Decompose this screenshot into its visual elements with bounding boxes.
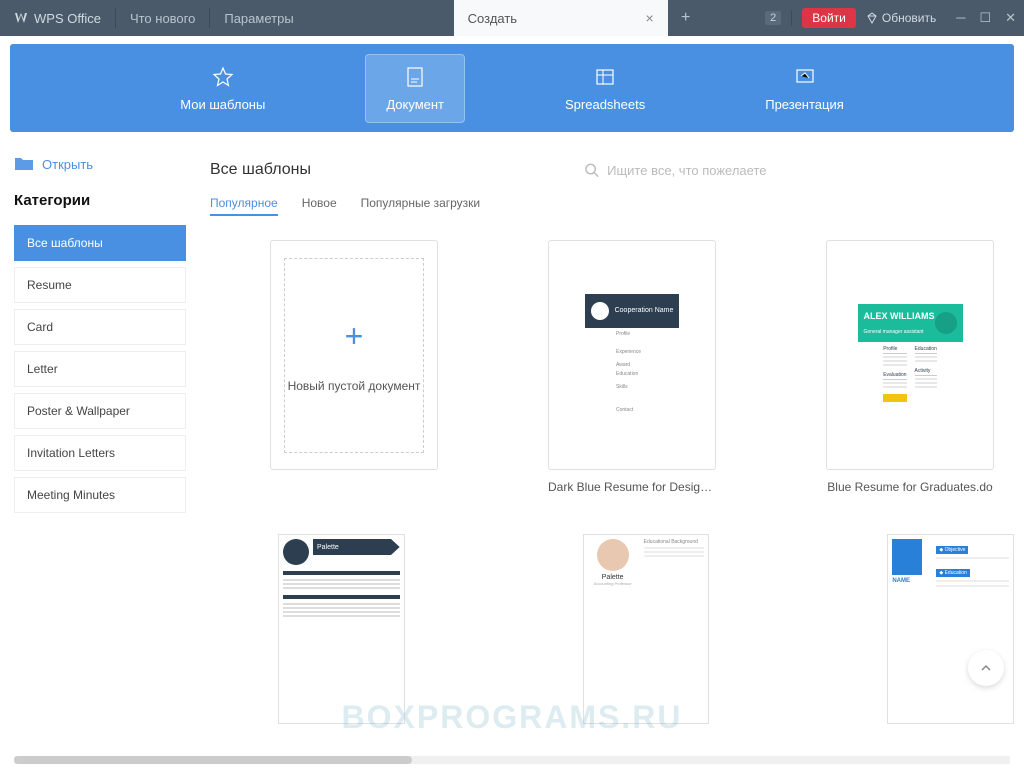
maximize-icon[interactable]: ☐ (979, 10, 991, 26)
presentation-icon (793, 65, 817, 89)
template-card[interactable]: ALEX WILLIAMSGeneral manager assistant P… (826, 240, 994, 494)
template-grid: + Новый пустой документ Cooperation Name… (210, 240, 1014, 494)
subtab-popular-downloads[interactable]: Популярные загрузки (361, 196, 481, 216)
plus-icon: + (681, 9, 690, 27)
filter-tabs: Популярное Новое Популярные загрузки (210, 196, 1014, 216)
close-icon[interactable]: × (645, 10, 653, 26)
document-icon (403, 65, 427, 89)
content-area: Все шаблоны Популярное Новое Популярные … (200, 140, 1024, 774)
new-blank-card[interactable]: + Новый пустой документ (270, 240, 438, 494)
template-caption: Blue Resume for Graduates.do (827, 480, 992, 494)
document-type-ribbon: Мои шаблоны Документ Spreadsheets Презен… (10, 44, 1014, 132)
app-tab[interactable]: WPS Office (0, 0, 115, 36)
category-meeting[interactable]: Meeting Minutes (14, 477, 186, 513)
update-button[interactable]: Обновить (866, 11, 936, 25)
chevron-up-icon (979, 661, 993, 675)
search-icon (584, 162, 599, 178)
new-tab-button[interactable]: + (668, 9, 704, 27)
sidebar: Открыть Категории Все шаблоны Resume Car… (0, 140, 200, 774)
diamond-icon (866, 12, 878, 24)
template-grid-row2: Palette PaletteAccounting Professor Educ… (210, 534, 1014, 724)
category-card[interactable]: Card (14, 309, 186, 345)
subtab-new[interactable]: Новое (302, 196, 337, 216)
category-resume[interactable]: Resume (14, 267, 186, 303)
folder-icon (14, 156, 34, 172)
content-title: Все шаблоны (210, 161, 311, 179)
separator (791, 10, 792, 26)
spreadsheet-icon (593, 65, 617, 89)
search-input[interactable] (607, 163, 1004, 178)
category-letter[interactable]: Letter (14, 351, 186, 387)
wps-icon (14, 11, 28, 25)
category-invitation[interactable]: Invitation Letters (14, 435, 186, 471)
ribbon-spreadsheets[interactable]: Spreadsheets (545, 55, 665, 122)
category-all-templates[interactable]: Все шаблоны (14, 225, 186, 261)
ribbon-document[interactable]: Документ (365, 54, 465, 123)
subtab-popular[interactable]: Популярное (210, 196, 278, 216)
template-card[interactable]: Cooperation Name Profile Experience Awar… (548, 240, 716, 494)
notification-badge[interactable]: 2 (765, 11, 781, 25)
category-poster[interactable]: Poster & Wallpaper (14, 393, 186, 429)
template-card[interactable]: PaletteAccounting Professor Educational … (583, 534, 710, 724)
horizontal-scrollbar[interactable] (14, 756, 1010, 764)
open-button[interactable]: Открыть (14, 156, 186, 172)
scroll-top-button[interactable] (968, 650, 1004, 686)
tab-whats-new[interactable]: Что нового (116, 0, 209, 36)
close-window-icon[interactable]: ✕ (1005, 10, 1016, 26)
minimize-icon[interactable]: ─ (956, 10, 965, 26)
ribbon-presentation[interactable]: Презентация (745, 55, 864, 122)
login-button[interactable]: Войти (802, 8, 856, 28)
titlebar: WPS Office Что нового Параметры Создать … (0, 0, 1024, 36)
tab-parameters[interactable]: Параметры (210, 0, 453, 36)
template-card[interactable]: NAME ◆ Objective◆ Education (887, 534, 1014, 724)
search-box[interactable] (574, 156, 1014, 184)
tab-create[interactable]: Создать × (454, 0, 668, 36)
main-area: Открыть Категории Все шаблоны Resume Car… (0, 140, 1024, 774)
categories-heading: Категории (14, 192, 186, 209)
template-caption: Dark Blue Resume for Designe... (548, 480, 716, 494)
app-name: WPS Office (34, 11, 101, 26)
star-icon (211, 65, 235, 89)
ribbon-my-templates[interactable]: Мои шаблоны (160, 55, 285, 122)
template-card[interactable]: Palette (278, 534, 405, 724)
plus-icon: + (345, 318, 364, 355)
